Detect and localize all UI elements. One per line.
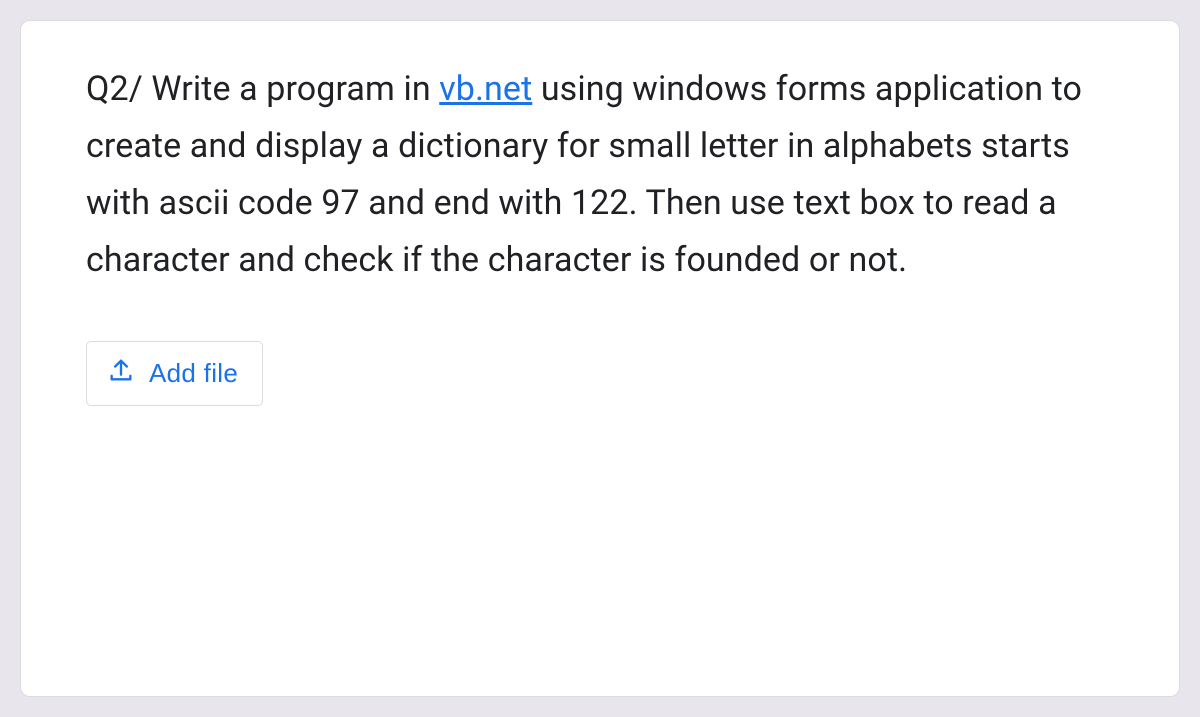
add-file-button[interactable]: Add file (86, 341, 263, 406)
question-text: Q2/ Write a program in vb.net using wind… (86, 61, 1124, 289)
question-prefix: Q2/ Write a program in (86, 69, 439, 109)
question-card: Q2/ Write a program in vb.net using wind… (20, 20, 1180, 697)
add-file-label: Add file (149, 358, 238, 389)
upload-icon (107, 356, 135, 391)
vbnet-link[interactable]: vb.net (439, 69, 532, 109)
